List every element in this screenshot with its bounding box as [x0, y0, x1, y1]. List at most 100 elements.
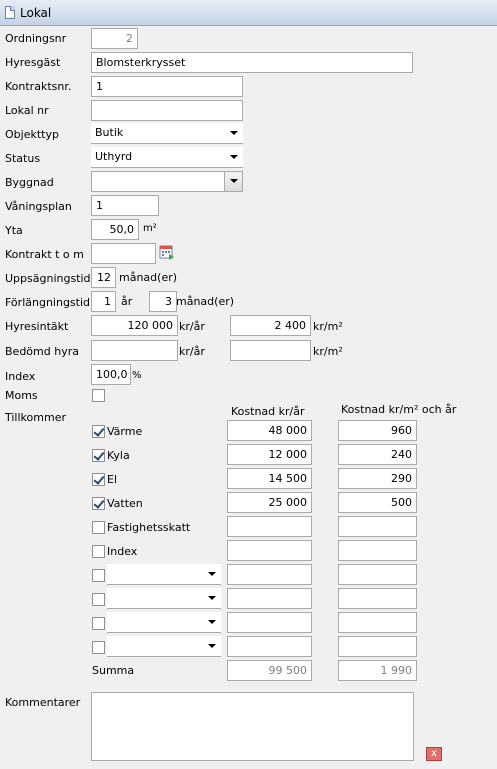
kontraktsnr-field[interactable]: 1: [91, 76, 243, 97]
chevron-down-icon: [230, 179, 238, 183]
vatten-per-m2-field[interactable]: 500: [338, 492, 417, 513]
uppsagningstid-field[interactable]: 12: [91, 267, 116, 288]
custom-row-per-m2-field[interactable]: [338, 636, 417, 657]
custom-row-cost-field[interactable]: [227, 612, 312, 633]
vaningsplan-field[interactable]: 1: [91, 195, 159, 216]
custom-row-cost-field[interactable]: [227, 588, 312, 609]
chevron-down-icon: [230, 155, 238, 159]
objekttyp-label: Objekttyp: [5, 128, 59, 141]
chevron-down-icon: [208, 572, 216, 576]
custom-row-checkbox[interactable]: [92, 617, 105, 630]
cost-per-m2-header: Kostnad kr/m² och år: [341, 403, 457, 416]
lokalnr-label: Lokal nr: [5, 104, 49, 117]
index-per-m2-field[interactable]: [338, 540, 417, 561]
forlangningstid-years-unit: år: [121, 295, 133, 308]
varme-label: Värme: [107, 425, 143, 438]
custom-row-select[interactable]: [107, 564, 221, 585]
index-cost-checkbox[interactable]: [92, 545, 105, 558]
custom-row-per-m2-field[interactable]: [338, 564, 417, 585]
window-titlebar: Lokal: [0, 0, 497, 26]
summa-per-m2-field: 1 990: [338, 660, 417, 681]
kyla-cost-field[interactable]: 12 000: [227, 444, 312, 465]
cost-per-year-header: Kostnad kr/år: [231, 405, 305, 418]
lokalnr-field[interactable]: [91, 100, 243, 121]
form-panel: Ordningsnr 2 Hyresgäst Blomsterkrysset K…: [0, 26, 497, 769]
forlangningstid-label: Förlängningstid: [5, 296, 91, 309]
kontraktsnr-label: Kontraktsnr.: [5, 80, 72, 93]
fastighetsskatt-cost-field[interactable]: [227, 516, 312, 537]
kommentarer-label: Kommentarer: [5, 696, 81, 709]
vatten-cost-field[interactable]: 25 000: [227, 492, 312, 513]
moms-label: Moms: [5, 389, 38, 402]
custom-row-cost-field[interactable]: [227, 564, 312, 585]
tillkommer-label: Tillkommer: [5, 411, 66, 424]
summa-cost-field: 99 500: [227, 660, 312, 681]
forlangningstid-months-unit: månad(er): [176, 295, 235, 308]
yta-unit: m²: [143, 223, 157, 234]
hyresgast-field[interactable]: Blomsterkrysset: [91, 52, 413, 73]
chevron-down-icon: [208, 620, 216, 624]
vatten-checkbox[interactable]: [92, 497, 105, 510]
uppsagningstid-label: Uppsägningstid: [5, 272, 91, 285]
el-checkbox[interactable]: [92, 473, 105, 486]
chevron-down-icon: [208, 596, 216, 600]
vaningsplan-label: Våningsplan: [5, 200, 72, 213]
fastighetsskatt-label: Fastighetsskatt: [107, 521, 191, 534]
bedomd-hyra-label: Bedömd hyra: [5, 345, 79, 358]
calendar-icon[interactable]: [159, 244, 175, 260]
hyresintakt-field[interactable]: 120 000: [91, 315, 178, 336]
hyresintakt-per-m2-field[interactable]: 2 400: [230, 315, 311, 336]
index-cost-label: Index: [107, 545, 138, 558]
status-select[interactable]: Uthyrd: [91, 147, 243, 168]
bedomd-hyra-per-m2-field[interactable]: [230, 340, 311, 361]
byggnad-dropdown-button[interactable]: [224, 172, 242, 191]
summa-label: Summa: [92, 664, 135, 677]
kontrakt-tom-label: Kontrakt t o m: [5, 248, 84, 261]
custom-row-checkbox[interactable]: [92, 641, 105, 654]
ordningsnr-label: Ordningsnr: [5, 32, 67, 45]
custom-row-per-m2-field[interactable]: [338, 588, 417, 609]
forlangningstid-months-field[interactable]: 3: [149, 291, 177, 312]
hyresintakt-unit: kr/år: [179, 320, 205, 333]
kontrakt-tom-field[interactable]: [91, 243, 156, 264]
kyla-label: Kyla: [107, 449, 130, 462]
fastighetsskatt-checkbox[interactable]: [92, 521, 105, 534]
document-icon: [5, 6, 15, 19]
custom-row-per-m2-field[interactable]: [338, 612, 417, 633]
el-cost-field[interactable]: 14 500: [227, 468, 312, 489]
yta-label: Yta: [5, 224, 23, 237]
objekttyp-select[interactable]: Butik: [91, 123, 243, 144]
custom-row-select[interactable]: [107, 612, 221, 633]
byggnad-label: Byggnad: [5, 176, 54, 189]
objekttyp-value: Butik: [95, 126, 124, 139]
status-label: Status: [5, 152, 41, 165]
yta-field[interactable]: 50,0: [91, 219, 139, 240]
custom-row-select[interactable]: [107, 636, 221, 657]
fastighetsskatt-per-m2-field[interactable]: [338, 516, 417, 537]
chevron-down-icon: [208, 644, 216, 648]
hyresgast-label: Hyresgäst: [5, 56, 61, 69]
index-field[interactable]: 100,0: [91, 364, 131, 385]
delete-icon[interactable]: x: [426, 747, 442, 761]
varme-checkbox[interactable]: [92, 425, 105, 438]
el-per-m2-field[interactable]: 290: [338, 468, 417, 489]
kyla-checkbox[interactable]: [92, 449, 105, 462]
index-cost-field[interactable]: [227, 540, 312, 561]
custom-row-cost-field[interactable]: [227, 636, 312, 657]
el-label: El: [107, 473, 118, 486]
uppsagningstid-unit: månad(er): [119, 271, 178, 284]
kyla-per-m2-field[interactable]: 240: [338, 444, 417, 465]
byggnad-select[interactable]: [91, 171, 243, 192]
window-title: Lokal: [20, 6, 52, 20]
varme-cost-field[interactable]: 48 000: [227, 420, 312, 441]
custom-row-checkbox[interactable]: [92, 569, 105, 582]
moms-checkbox[interactable]: [92, 389, 105, 402]
kommentarer-textarea[interactable]: [91, 692, 414, 761]
custom-row-select[interactable]: [107, 588, 221, 609]
ordningsnr-field[interactable]: 2: [91, 28, 138, 49]
varme-per-m2-field[interactable]: 960: [338, 420, 417, 441]
index-unit: %: [132, 370, 142, 381]
forlangningstid-years-field[interactable]: 1: [91, 291, 116, 312]
bedomd-hyra-field[interactable]: [91, 340, 178, 361]
custom-row-checkbox[interactable]: [92, 593, 105, 606]
